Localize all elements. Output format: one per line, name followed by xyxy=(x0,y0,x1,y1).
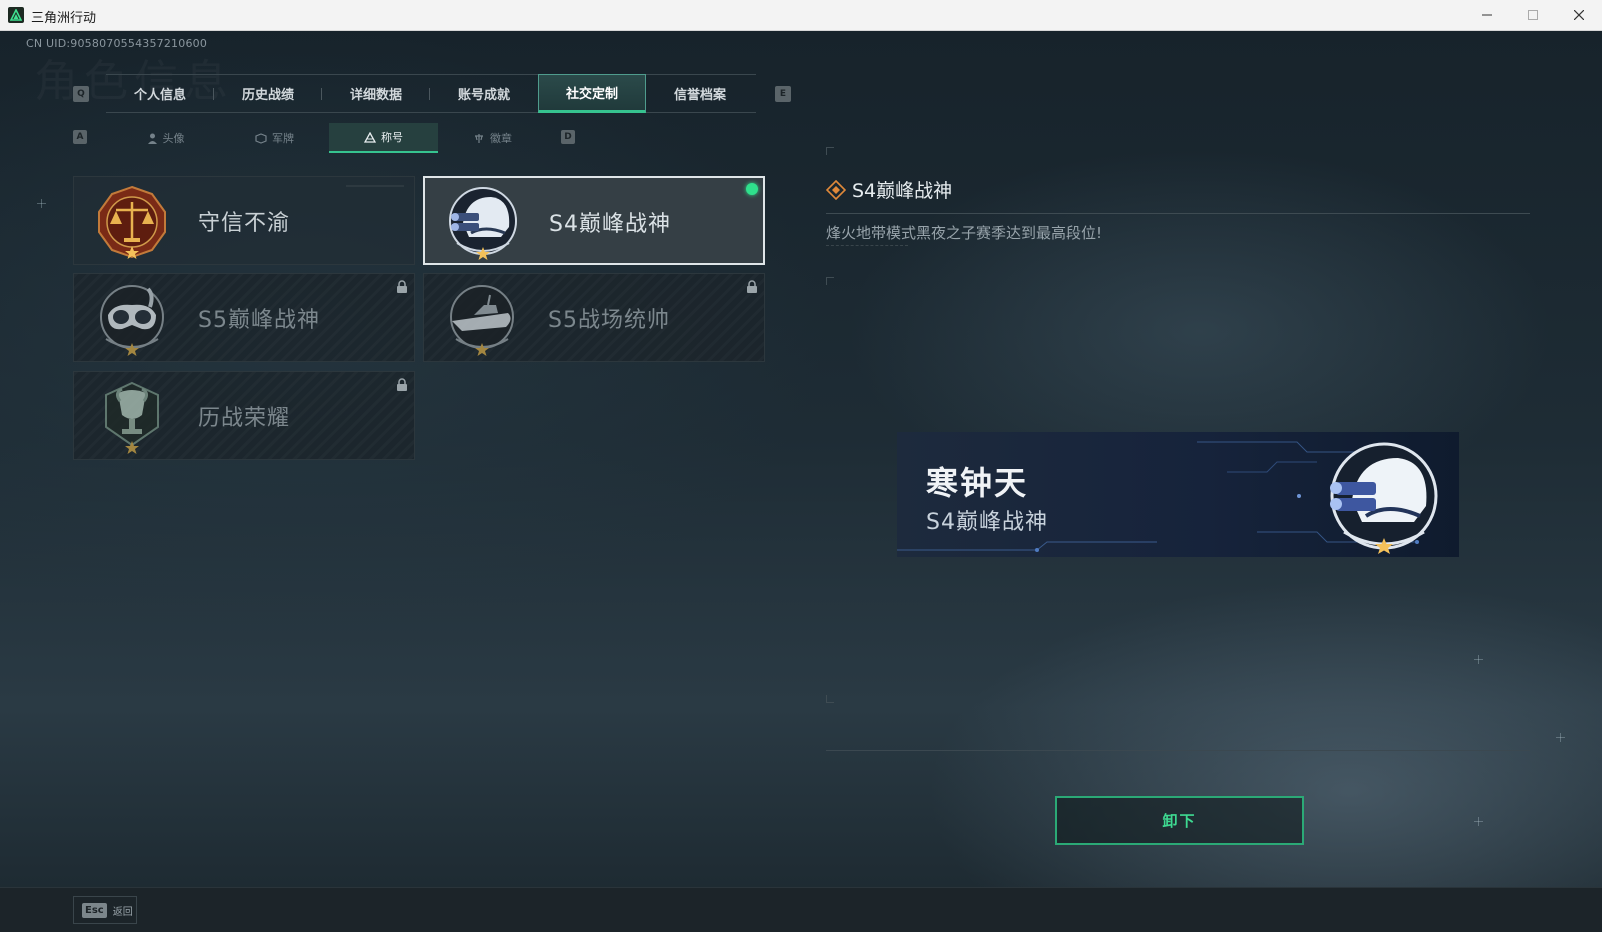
tab-label: 社交定制 xyxy=(565,87,618,102)
tab-label: 历史战绩 xyxy=(241,88,294,103)
back-label: 返回 xyxy=(112,906,133,918)
detail-title-text: S4巅峰战神 xyxy=(852,180,953,202)
preview-player-name: 寒钟天 xyxy=(926,464,1029,502)
close-button[interactable] xyxy=(1556,0,1602,31)
lock-icon xyxy=(397,280,407,293)
unequip-button[interactable]: 卸下 xyxy=(1055,796,1304,845)
app-logo-icon xyxy=(8,7,24,23)
detail-bottom-divider xyxy=(826,750,1530,751)
diving-mask-badge-icon xyxy=(100,285,164,356)
title-name: S4巅峰战神 xyxy=(549,212,671,237)
title-card-selected[interactable]: S4巅峰战神 xyxy=(423,176,765,265)
tab-detailed-stats[interactable]: 详细数据 xyxy=(322,75,430,112)
night-vision-helmet-badge-icon xyxy=(449,187,517,260)
dogtag-icon xyxy=(255,132,267,144)
tab-label: 详细数据 xyxy=(349,88,402,103)
card-decoration xyxy=(346,185,404,187)
title-card-locked[interactable]: S5巅峰战神 xyxy=(73,273,415,362)
subtab-dogtag[interactable]: 军牌 xyxy=(220,123,329,153)
tab-achievements[interactable]: 账号成就 xyxy=(430,75,538,112)
detail-title: S4巅峰战神 xyxy=(826,176,952,203)
prev-tab-key-hint[interactable]: Q xyxy=(73,86,89,102)
subtab-label: 军牌 xyxy=(272,132,294,145)
title-name: 守信不渝 xyxy=(198,211,291,236)
tab-reputation-file[interactable]: 信誉档案 xyxy=(646,75,754,112)
tab-match-history[interactable]: 历史战绩 xyxy=(214,75,322,112)
detail-description: 烽火地带模式黑夜之子赛季达到最高段位! xyxy=(826,224,1103,242)
prev-subtab-key-hint[interactable]: A xyxy=(73,130,87,144)
title-card-locked[interactable]: 历战荣耀 xyxy=(73,371,415,460)
subtab-label: 徽章 xyxy=(490,132,512,145)
title-preview-banner: 寒钟天 S4巅峰战神 xyxy=(897,432,1459,557)
decor-plus xyxy=(37,199,46,208)
equipped-indicator xyxy=(746,183,758,195)
title-name: S5战场统帅 xyxy=(548,308,670,333)
decor-plus xyxy=(1556,733,1565,742)
subtab-title[interactable]: 称号 xyxy=(329,123,438,153)
detail-description-underline xyxy=(826,245,908,247)
bottom-bar: Esc 返回 xyxy=(0,887,1602,932)
tab-social-customization[interactable]: 社交定制 xyxy=(538,74,646,113)
speedboat-badge-icon xyxy=(450,285,514,356)
title-card-locked[interactable]: S5战场统帅 xyxy=(423,273,765,362)
subtab-label: 称号 xyxy=(381,131,403,144)
minimize-button[interactable] xyxy=(1464,0,1510,31)
title-name: 历战荣耀 xyxy=(198,406,291,431)
tab-label: 账号成就 xyxy=(457,88,510,103)
main-tab-bar: 个人信息 历史战绩 详细数据 账号成就 社交定制 信誉档案 xyxy=(106,74,756,113)
trophy-badge-icon xyxy=(105,381,159,454)
title-card[interactable]: 守信不渝 xyxy=(73,176,415,265)
lock-icon xyxy=(747,280,757,293)
uid-text: CN UID:9058070554357210600 xyxy=(26,37,208,50)
decor-plus xyxy=(1474,655,1483,664)
esc-key-hint: Esc xyxy=(82,902,107,918)
panel-corner xyxy=(826,695,834,703)
tab-label: 个人信息 xyxy=(133,88,186,103)
preview-title-text: S4巅峰战神 xyxy=(926,510,1048,535)
next-tab-key-hint[interactable]: E xyxy=(775,86,791,102)
panel-corner xyxy=(826,277,834,285)
title-icon xyxy=(364,131,376,143)
diamond-title-icon xyxy=(826,179,846,200)
lock-icon xyxy=(397,378,407,391)
person-icon xyxy=(147,133,157,144)
game-screen: 角色信息 CN UID:9058070554357210600 Q 个人信息 历… xyxy=(0,31,1602,932)
decor-plus xyxy=(1474,817,1483,826)
emblem-icon xyxy=(475,133,483,143)
next-subtab-key-hint[interactable]: D xyxy=(561,130,575,144)
panel-corner xyxy=(826,147,834,155)
title-name: S5巅峰战神 xyxy=(198,308,320,333)
window-titlebar: 三角洲行动 xyxy=(0,0,1602,31)
tab-personal-info[interactable]: 个人信息 xyxy=(106,75,214,112)
sub-tab-bar: 头像 军牌 称号 徽章 xyxy=(111,123,547,153)
subtab-avatar[interactable]: 头像 xyxy=(111,123,220,153)
window-title: 三角洲行动 xyxy=(31,11,97,26)
maximize-button[interactable] xyxy=(1510,0,1556,31)
detail-divider xyxy=(826,213,1530,214)
subtab-emblem[interactable]: 徽章 xyxy=(438,123,547,153)
night-vision-helmet-badge-icon xyxy=(1330,442,1438,554)
back-button[interactable]: Esc 返回 xyxy=(73,896,137,924)
subtab-label: 头像 xyxy=(162,132,185,145)
scales-badge-icon xyxy=(98,185,166,259)
tab-label: 信誉档案 xyxy=(673,88,726,103)
